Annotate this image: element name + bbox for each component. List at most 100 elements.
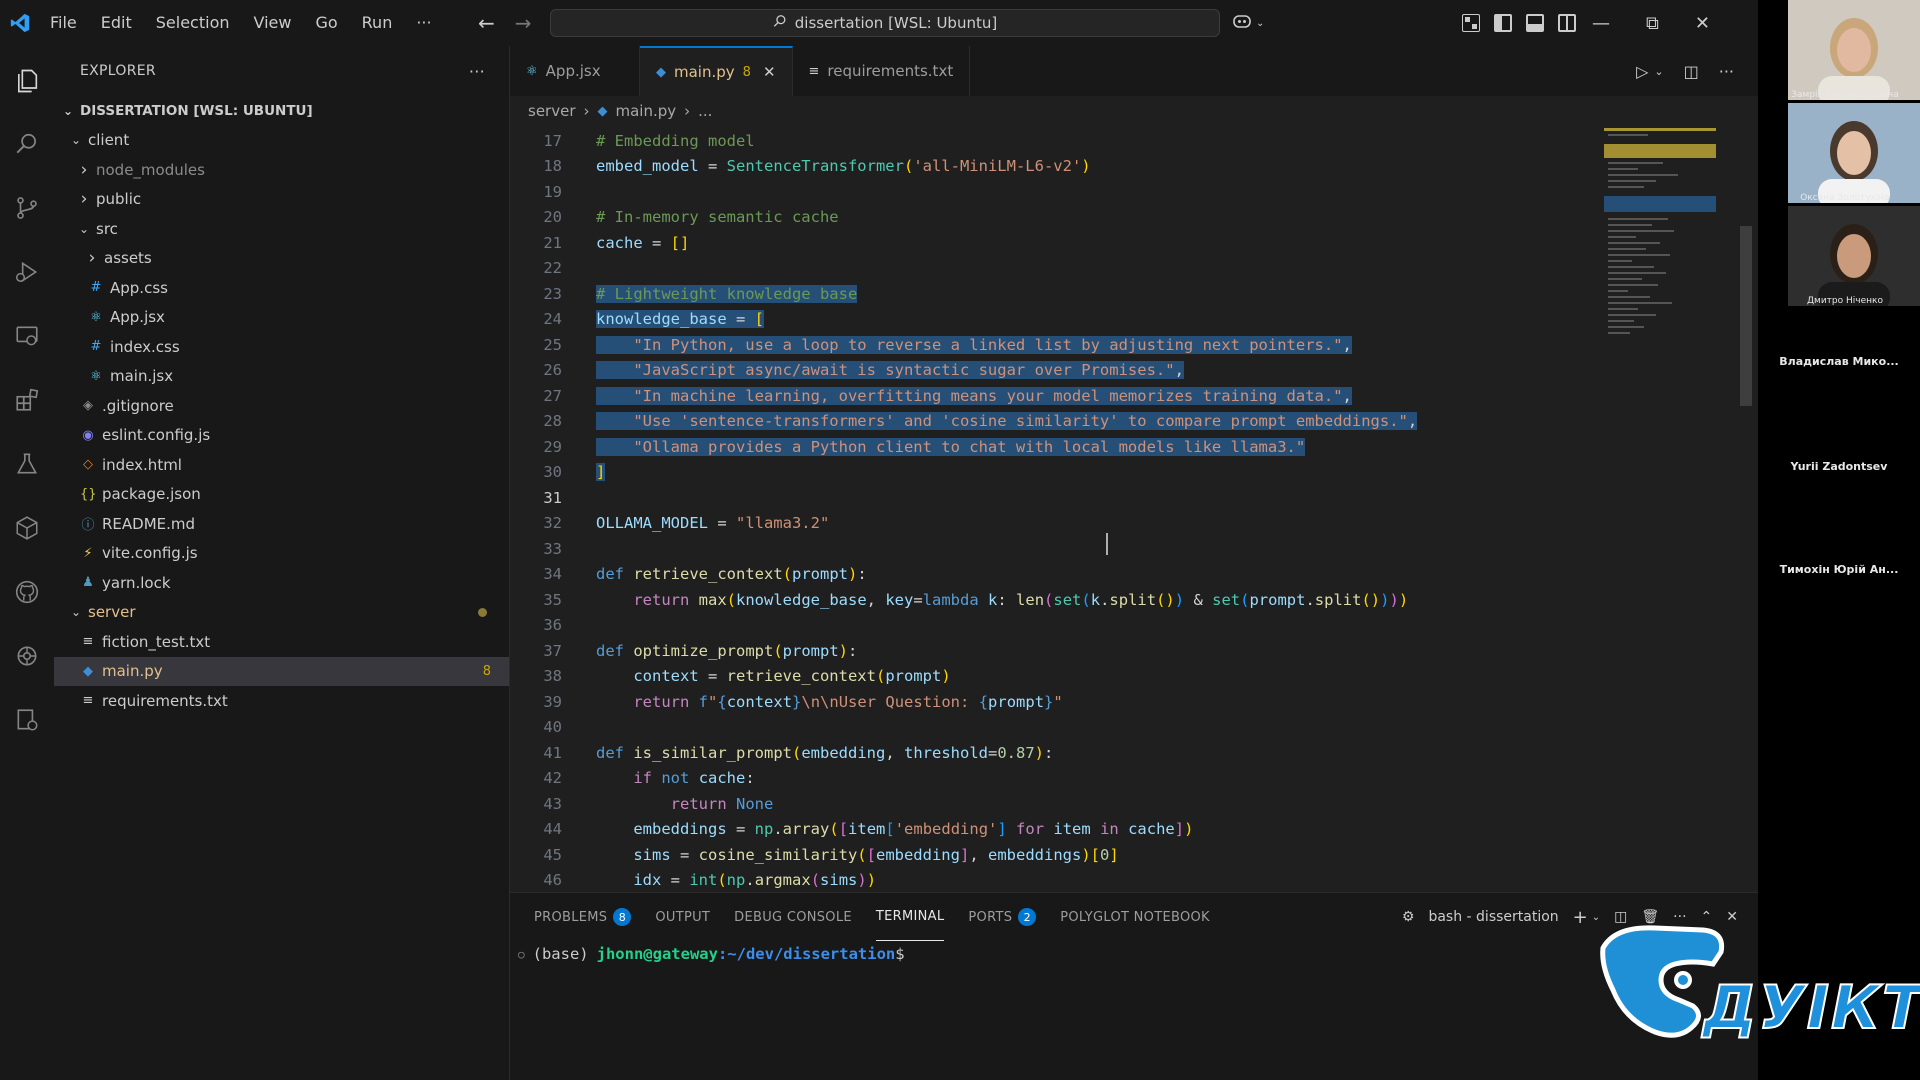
tree-item[interactable]: › node_modules [54,155,509,185]
tree-item[interactable]: › assets [54,244,509,274]
participant-video[interactable] [1788,206,1920,306]
layout-controls [1462,10,1576,36]
toggle-panel-icon[interactable] [1526,14,1544,32]
new-terminal-icon[interactable]: + [1573,907,1588,928]
code-line: 28 "Use 'sentence-transformers' and 'cos… [510,409,1610,435]
tree-item[interactable]: ⚛ main.jsx [54,362,509,392]
workspace-root[interactable]: ⌄ DISSERTATION [WSL: UBUNTU] [54,96,509,126]
code-token: = [661,871,690,890]
code-token: 0 [1100,845,1110,864]
menu-item[interactable]: File [38,0,89,46]
code-text: # In-memory semantic cache [596,208,839,226]
tree-item[interactable]: › public [54,185,509,215]
minimap[interactable] [1604,126,1748,426]
terminal-prompt-line[interactable]: ○ (base) jhonn@gateway :~/dev/dissertati… [518,945,905,963]
chevron-down-icon[interactable]: ⌄ [1654,65,1663,78]
panel-tab[interactable]: POLYGLOT NOTEBOOK [1060,893,1210,941]
code-text: def retrieve_context(prompt): [596,565,867,583]
containers-icon[interactable] [0,496,54,560]
tree-item[interactable]: ⌄ src [54,214,509,244]
menu-item[interactable]: Edit [89,0,144,46]
close-tab-icon[interactable]: ✕ [763,63,776,81]
tree-item[interactable]: # App.css [54,273,509,303]
toggle-secondary-sidebar-icon[interactable] [1558,14,1576,32]
minimize-icon[interactable]: — [1592,13,1610,34]
tree-item[interactable]: ≡ requirements.txt [54,686,509,716]
close-icon[interactable]: ✕ [1695,13,1710,34]
panel-tab[interactable]: OUTPUT [655,893,710,941]
tree-item[interactable]: ⚡ vite.config.js [54,539,509,569]
remote-explorer-icon[interactable] [0,304,54,368]
code-token: cache [1128,820,1175,839]
testing-flask-icon[interactable] [0,432,54,496]
tree-item[interactable]: ◇ index.html [54,450,509,480]
menu-item[interactable]: Run [350,0,405,46]
menu-item[interactable]: Go [303,0,349,46]
code-token: = [726,820,755,839]
panel-tab[interactable]: PROBLEMS 8 [534,893,632,941]
forward-arrow-icon[interactable]: → [515,11,532,35]
breadcrumb-symbol[interactable]: ... [698,102,712,120]
breadcrumb-folder[interactable]: server [528,102,575,120]
tree-item[interactable]: ⚛ App.jsx [54,303,509,333]
source-control-icon[interactable] [0,176,54,240]
code-token: " [1053,692,1063,711]
back-arrow-icon[interactable]: ← [478,11,495,35]
split-editor-icon[interactable]: ◫ [1684,62,1699,81]
code-line: 44 embeddings = np.array([item['embeddin… [510,817,1610,843]
run-debug-icon[interactable] [0,240,54,304]
copilot-button[interactable]: ⌄ [1232,10,1272,36]
breadcrumb-file[interactable]: main.py [615,102,676,120]
code-editor[interactable]: 17 # Embedding model 18 embed_model = Sente… [510,128,1610,893]
editor-tab[interactable]: ≡ requirements.txt [793,46,971,96]
tree-item[interactable]: ⌄ server [54,598,509,628]
settings-sync-icon[interactable] [0,688,54,752]
tree-item[interactable]: ◉ eslint.config.js [54,421,509,451]
editor-tab[interactable]: ⚛ App.jsx [510,46,640,96]
code-token: split [1109,590,1157,609]
code-token: ( [717,871,727,890]
tree-item[interactable]: ◈ .gitignore [54,391,509,421]
tree-item[interactable]: ≡ fiction_test.txt [54,627,509,657]
menu-item[interactable]: View [242,0,304,46]
command-center[interactable]: dissertation [WSL: Ubuntu] [550,9,1220,37]
menu-item[interactable]: Selection [144,0,242,46]
openai-icon[interactable] [0,624,54,688]
tree-item[interactable]: ⌄ client [54,126,509,156]
restore-icon[interactable]: ⧉ [1646,13,1659,34]
line-number: 28 [543,412,562,431]
code-token: ( [810,871,821,890]
panel-tab[interactable]: TERMINAL [875,893,945,941]
tree-item[interactable]: ⓘ README.md [54,509,509,539]
panel-tab[interactable]: PORTS 2 [968,893,1037,941]
sidebar-more-icon[interactable]: ··· [469,62,485,81]
line-number: 35 [543,590,562,609]
toggle-primary-sidebar-icon[interactable] [1494,14,1512,32]
panel-tab[interactable]: DEBUG CONSOLE [734,893,852,941]
run-python-icon[interactable]: ▷ [1636,62,1648,81]
more-actions-icon[interactable]: ··· [1719,62,1734,81]
menu-item[interactable]: ··· [404,0,443,46]
editor-tab[interactable]: ◆ main.py 8 ✕ [640,46,793,96]
tree-item[interactable]: # index.css [54,332,509,362]
extensions-icon[interactable] [0,368,54,432]
editor-scrollbar[interactable] [1740,226,1752,406]
code-token: "In machine learning, overfitting means … [633,386,1343,405]
line-number: 46 [543,871,562,890]
tree-item[interactable]: ♟ yarn.lock [54,568,509,598]
code-line: 35 return max(knowledge_base, key=lambda… [510,587,1610,613]
participant-video[interactable] [1788,0,1920,100]
tree-item[interactable]: ◆ main.py 8 [54,656,509,686]
explorer-icon[interactable] [0,50,54,112]
search-icon[interactable] [0,112,54,176]
tree-item-label: requirements.txt [102,691,228,710]
code-token: ) [1398,590,1409,609]
customize-layout-icon[interactable] [1462,14,1480,32]
github-icon[interactable] [0,560,54,624]
terminal-name[interactable]: bash - dissertation [1428,909,1558,925]
tree-item[interactable]: {} package.json [54,480,509,510]
participant-video[interactable] [1788,103,1920,203]
